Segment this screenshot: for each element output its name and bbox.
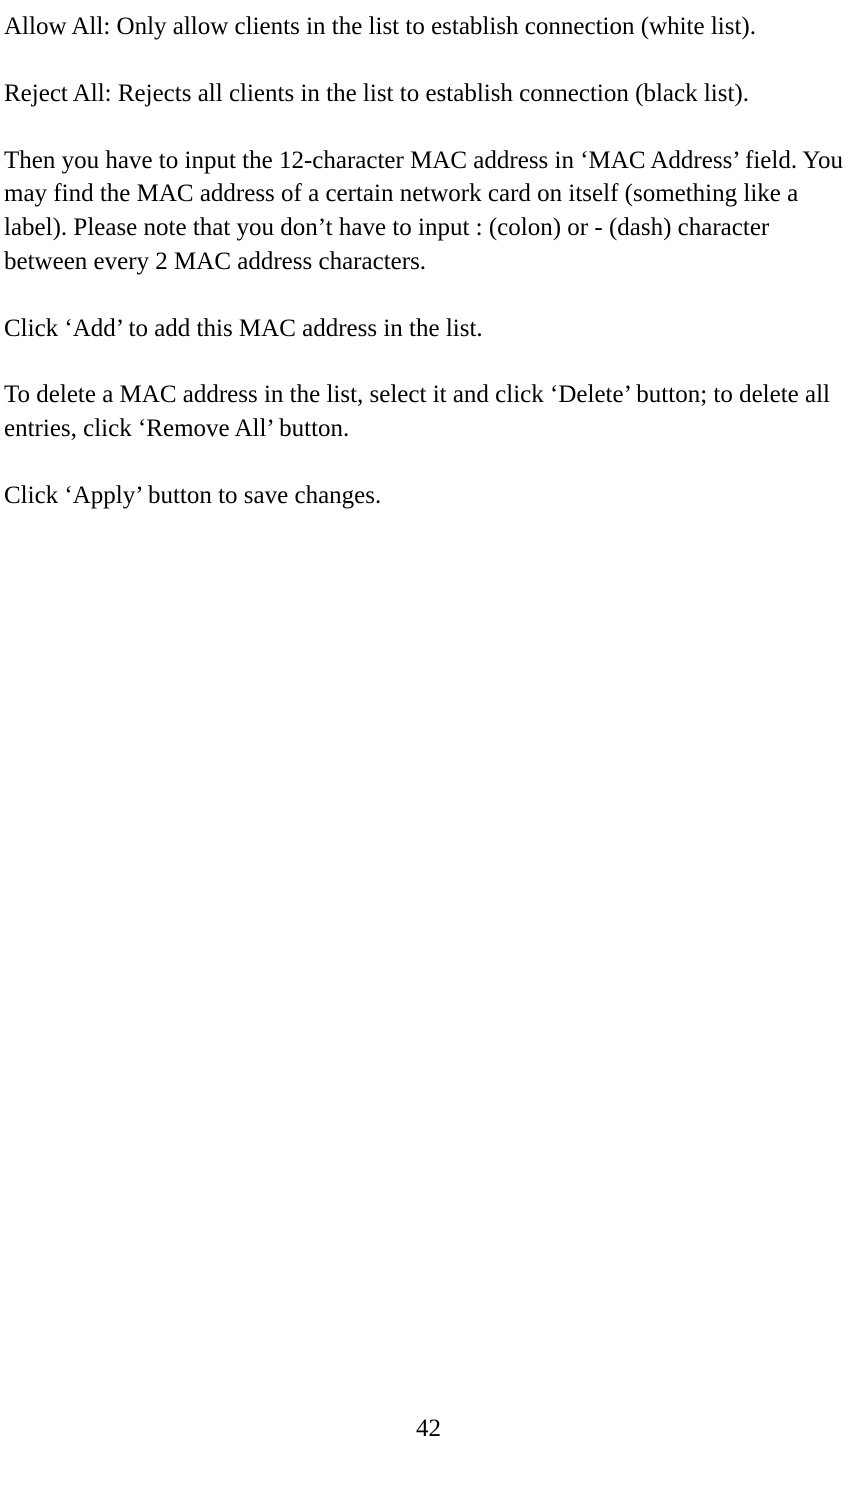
paragraph-allow-all: Allow All: Only allow clients in the lis…: [4, 10, 853, 44]
paragraph-apply: Click ‘Apply’ button to save changes.: [4, 479, 853, 513]
paragraph-delete: To delete a MAC address in the list, sel…: [4, 378, 853, 446]
document-content: Allow All: Only allow clients in the lis…: [4, 10, 853, 513]
paragraph-mac-input: Then you have to input the 12-character …: [4, 144, 853, 279]
paragraph-reject-all: Reject All: Rejects all clients in the l…: [4, 77, 853, 111]
paragraph-add: Click ‘Add’ to add this MAC address in t…: [4, 312, 853, 346]
page-number: 42: [416, 1412, 441, 1446]
